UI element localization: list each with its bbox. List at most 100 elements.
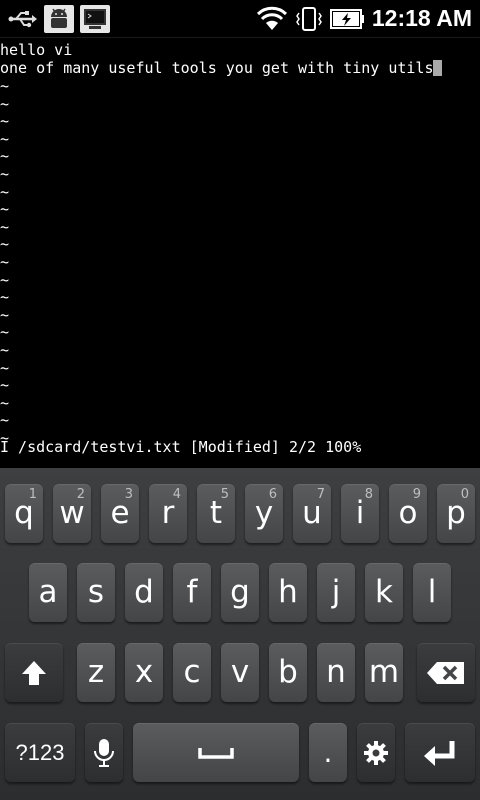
- key-a[interactable]: a: [29, 563, 67, 622]
- key-y[interactable]: y6: [245, 484, 283, 543]
- key-c[interactable]: c: [173, 643, 211, 702]
- space-key[interactable]: [133, 723, 299, 782]
- key-hint: 3: [124, 487, 133, 502]
- editor-line-text: one of many useful tools you get with ti…: [0, 59, 434, 77]
- empty-line-tilde: ~: [0, 341, 10, 359]
- key-label: f: [186, 574, 198, 610]
- key-label: u: [302, 495, 322, 531]
- key-label: a: [38, 574, 58, 610]
- key-label: b: [278, 654, 298, 690]
- gear-icon: [364, 740, 388, 765]
- text-cursor: [433, 60, 443, 76]
- shift-arrow-icon: [22, 660, 46, 685]
- battery-charging-icon: [329, 8, 364, 29]
- key-p[interactable]: p0: [437, 484, 475, 543]
- wifi-icon: [256, 6, 287, 30]
- key-j[interactable]: j: [317, 563, 355, 622]
- key-label: r: [161, 495, 175, 531]
- backspace-icon: [427, 661, 464, 684]
- enter-arrow-icon: [424, 740, 455, 766]
- backspace-key[interactable]: [417, 643, 475, 702]
- empty-line-tilde: ~: [0, 305, 10, 324]
- key-label: m: [368, 654, 400, 690]
- key-label: p: [446, 495, 466, 531]
- key-u[interactable]: u7: [293, 484, 331, 543]
- empty-line-tilde: ~: [0, 94, 10, 113]
- key-k[interactable]: k: [365, 563, 403, 622]
- key-d[interactable]: d: [125, 563, 163, 622]
- key-b[interactable]: b: [269, 643, 307, 702]
- vi-editor[interactable]: hello vi one of many useful tools you ge…: [0, 38, 480, 466]
- key-hint: 9: [412, 487, 421, 502]
- empty-line-tilde: ~: [0, 235, 10, 254]
- key-hint: 7: [316, 487, 325, 502]
- settings-key[interactable]: [357, 723, 395, 782]
- key-label: j: [331, 574, 341, 610]
- key-label: g: [230, 574, 250, 610]
- usb-icon: [8, 4, 38, 33]
- empty-line-tilde: ~: [0, 200, 10, 219]
- key-label: c: [183, 654, 201, 690]
- key-h[interactable]: h: [269, 563, 307, 622]
- period-key[interactable]: .: [309, 723, 347, 782]
- key-label: t: [209, 495, 223, 531]
- key-o[interactable]: o9: [389, 484, 427, 543]
- empty-line-tilde: ~: [0, 411, 10, 430]
- empty-line-tilde: ~: [0, 376, 10, 395]
- key-s[interactable]: s: [77, 563, 115, 622]
- key-hint: 5: [220, 487, 229, 502]
- terminal-icon: [80, 4, 110, 33]
- empty-line-tilde: ~: [0, 358, 10, 377]
- enter-key[interactable]: [405, 723, 475, 782]
- key-label: l: [427, 574, 437, 610]
- key-n[interactable]: n: [317, 643, 355, 702]
- key-label: s: [87, 574, 105, 610]
- clock: 12:18 AM: [371, 5, 472, 31]
- empty-line-tilde: ~: [0, 253, 10, 271]
- key-label: e: [110, 495, 130, 531]
- key-f[interactable]: f: [173, 563, 211, 622]
- key-q[interactable]: q1: [5, 484, 43, 543]
- vi-status-line: I /sdcard/testvi.txt [Modified] 2/2 100%: [0, 438, 362, 456]
- symbols-key[interactable]: ?123: [5, 723, 75, 782]
- key-r[interactable]: r4: [149, 484, 187, 543]
- key-label: .: [323, 735, 333, 769]
- key-w[interactable]: w2: [53, 484, 91, 543]
- soft-keyboard: q1 w2 e3 r4 t5 y6 u7 i8 o9 p0 a s d f g …: [0, 468, 480, 800]
- shift-key[interactable]: [5, 643, 63, 702]
- empty-line-tilde: ~: [0, 270, 10, 289]
- key-e[interactable]: e3: [101, 484, 139, 543]
- key-hint: 2: [76, 487, 85, 502]
- key-l[interactable]: l: [413, 563, 451, 622]
- key-label: ?123: [15, 739, 65, 765]
- editor-line-2: one of many useful tools you get with ti…: [0, 59, 443, 77]
- empty-line-tilde: ~: [0, 323, 10, 342]
- key-label: k: [375, 574, 393, 610]
- voice-input-key[interactable]: [85, 723, 123, 782]
- key-label: i: [355, 495, 365, 531]
- key-label: q: [14, 495, 34, 531]
- key-label: h: [278, 574, 298, 610]
- empty-line-tilde: ~: [0, 182, 10, 201]
- key-z[interactable]: z: [77, 643, 115, 702]
- key-label: w: [59, 495, 85, 531]
- key-i[interactable]: i8: [341, 484, 379, 543]
- status-bar: 12:18 AM: [0, 0, 480, 38]
- key-v[interactable]: v: [221, 643, 259, 702]
- key-hint: 1: [28, 487, 37, 502]
- microphone-icon: [94, 738, 114, 767]
- key-label: d: [134, 574, 154, 610]
- empty-line-tilde: ~: [0, 165, 10, 183]
- key-t[interactable]: t5: [197, 484, 235, 543]
- empty-line-tilde: ~: [0, 77, 10, 95]
- empty-line-tilde: ~: [0, 129, 10, 148]
- key-x[interactable]: x: [125, 643, 163, 702]
- key-label: n: [326, 654, 346, 690]
- empty-line-tilde: ~: [0, 288, 10, 307]
- key-label: y: [254, 495, 274, 531]
- key-hint: 6: [268, 487, 277, 502]
- key-g[interactable]: g: [221, 563, 259, 622]
- key-label: x: [134, 654, 154, 690]
- key-m[interactable]: m: [365, 643, 403, 702]
- empty-line-tilde: ~: [0, 147, 10, 166]
